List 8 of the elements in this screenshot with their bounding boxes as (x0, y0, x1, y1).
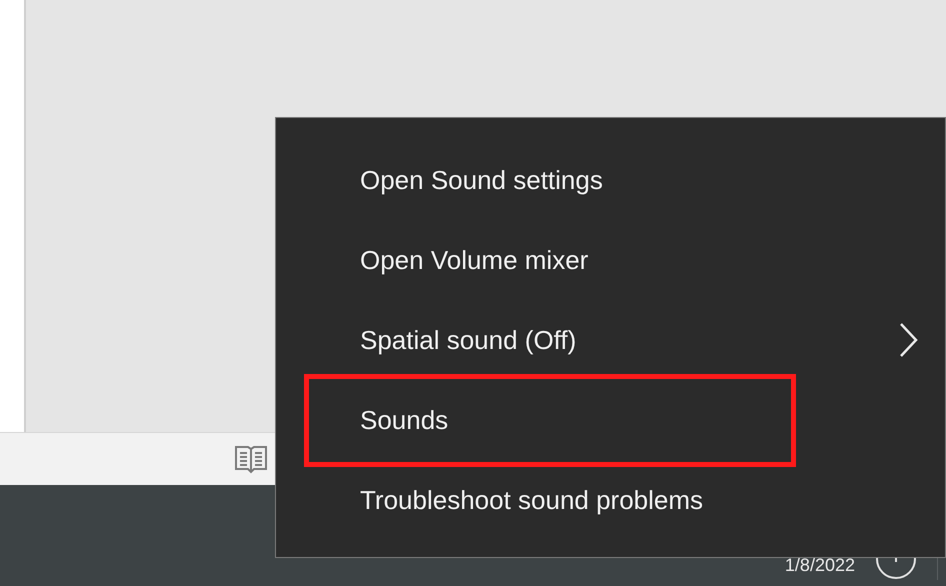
menu-item[interactable]: Troubleshoot sound problems (276, 467, 945, 533)
menu-item[interactable]: Spatial sound (Off) (276, 307, 945, 373)
menu-item[interactable]: Open Volume mixer (276, 227, 945, 293)
book-icon[interactable] (234, 444, 268, 474)
taskbar-date[interactable]: 1/8/2022 (784, 555, 855, 575)
chevron-right-icon (899, 322, 919, 358)
menu-item[interactable]: Sounds (304, 374, 796, 466)
menu-item[interactable]: Open Sound settings (276, 147, 945, 213)
